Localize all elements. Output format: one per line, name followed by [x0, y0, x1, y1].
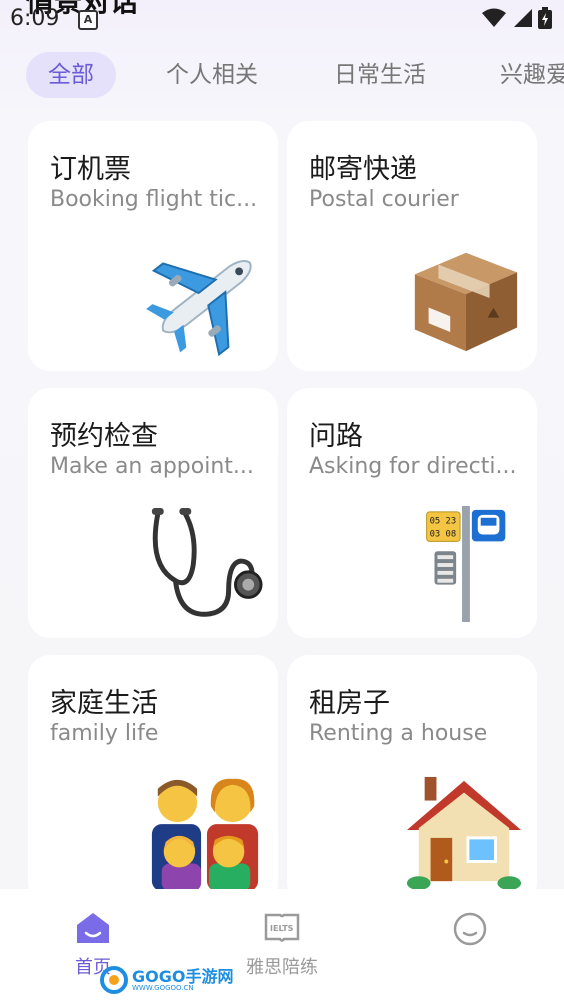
status-icons — [482, 7, 552, 29]
stethoscope-icon — [151, 507, 263, 617]
category-tabs: 全部 个人相关 日常生活 兴趣爱 — [0, 52, 564, 102]
card-subtitle: Asking for directi... — [309, 454, 517, 479]
family-icon — [151, 778, 259, 891]
watermark-brand: GOGO手游网 — [132, 966, 234, 986]
card-subtitle: Booking flight tic... — [50, 187, 258, 212]
tab-all[interactable]: 全部 — [26, 52, 116, 98]
card-title: 邮寄快递 — [309, 154, 417, 185]
wifi-icon — [482, 8, 506, 27]
tab-daily-life[interactable]: 日常生活 — [312, 52, 448, 98]
nav-ielts-label: 雅思陪练 — [246, 957, 318, 978]
card-subtitle: Make an appoint... — [50, 454, 254, 479]
card-title: 问路 — [309, 421, 363, 452]
notification-a-icon: A — [78, 10, 98, 30]
status-time: 6:09 — [10, 6, 60, 31]
tab-personal[interactable]: 个人相关 — [144, 52, 280, 98]
card-title: 家庭生活 — [50, 688, 158, 719]
scenario-card-flight[interactable]: 订机票 Booking flight tic... — [28, 121, 278, 371]
card-subtitle: family life — [50, 721, 159, 746]
battery-icon — [538, 7, 552, 29]
home-icon — [77, 913, 109, 943]
tab-hobbies[interactable]: 兴趣爱 — [478, 52, 564, 98]
scenario-card-appointment[interactable]: 预约检查 Make an appoint... — [28, 388, 278, 638]
bus-time-1: 05 23 — [430, 517, 457, 527]
scenario-card-renting[interactable]: 租房子 Renting a house — [287, 655, 537, 905]
ielts-icon-text: IELTS — [270, 924, 294, 933]
nav-ielts-practice[interactable]: IELTS 雅思陪练 — [222, 911, 342, 979]
card-title: 预约检查 — [50, 421, 158, 452]
airplane-icon — [146, 260, 252, 357]
watermark-url: WWW.GOGOO.CN — [132, 983, 194, 992]
status-bar: 情景对话 6:09 A — [0, 0, 564, 36]
scenario-card-courier[interactable]: 邮寄快递 Postal courier — [287, 121, 537, 371]
gogo-logo-icon — [100, 966, 128, 994]
card-title: 订机票 — [50, 154, 131, 185]
watermark: GOGO手游网 WWW.GOGOO.CN — [100, 962, 233, 998]
package-icon — [414, 252, 518, 352]
bus-stop-icon: 05 23 03 08 — [426, 506, 506, 623]
card-subtitle: Renting a house — [309, 721, 488, 746]
profile-icon — [453, 912, 487, 946]
card-title: 租房子 — [309, 688, 390, 719]
ielts-book-icon: IELTS — [264, 913, 300, 942]
house-icon — [406, 776, 522, 891]
signal-icon — [514, 9, 532, 27]
card-subtitle: Postal courier — [309, 187, 459, 212]
bus-time-2: 03 08 — [430, 529, 457, 539]
bottom-nav: 首页 IELTS 雅思陪练 — [0, 889, 564, 1004]
scenario-card-family[interactable]: 家庭生活 family life — [28, 655, 278, 905]
scenario-card-directions[interactable]: 问路 Asking for directi... 05 23 03 08 — [287, 388, 537, 638]
nav-profile[interactable] — [410, 911, 530, 955]
